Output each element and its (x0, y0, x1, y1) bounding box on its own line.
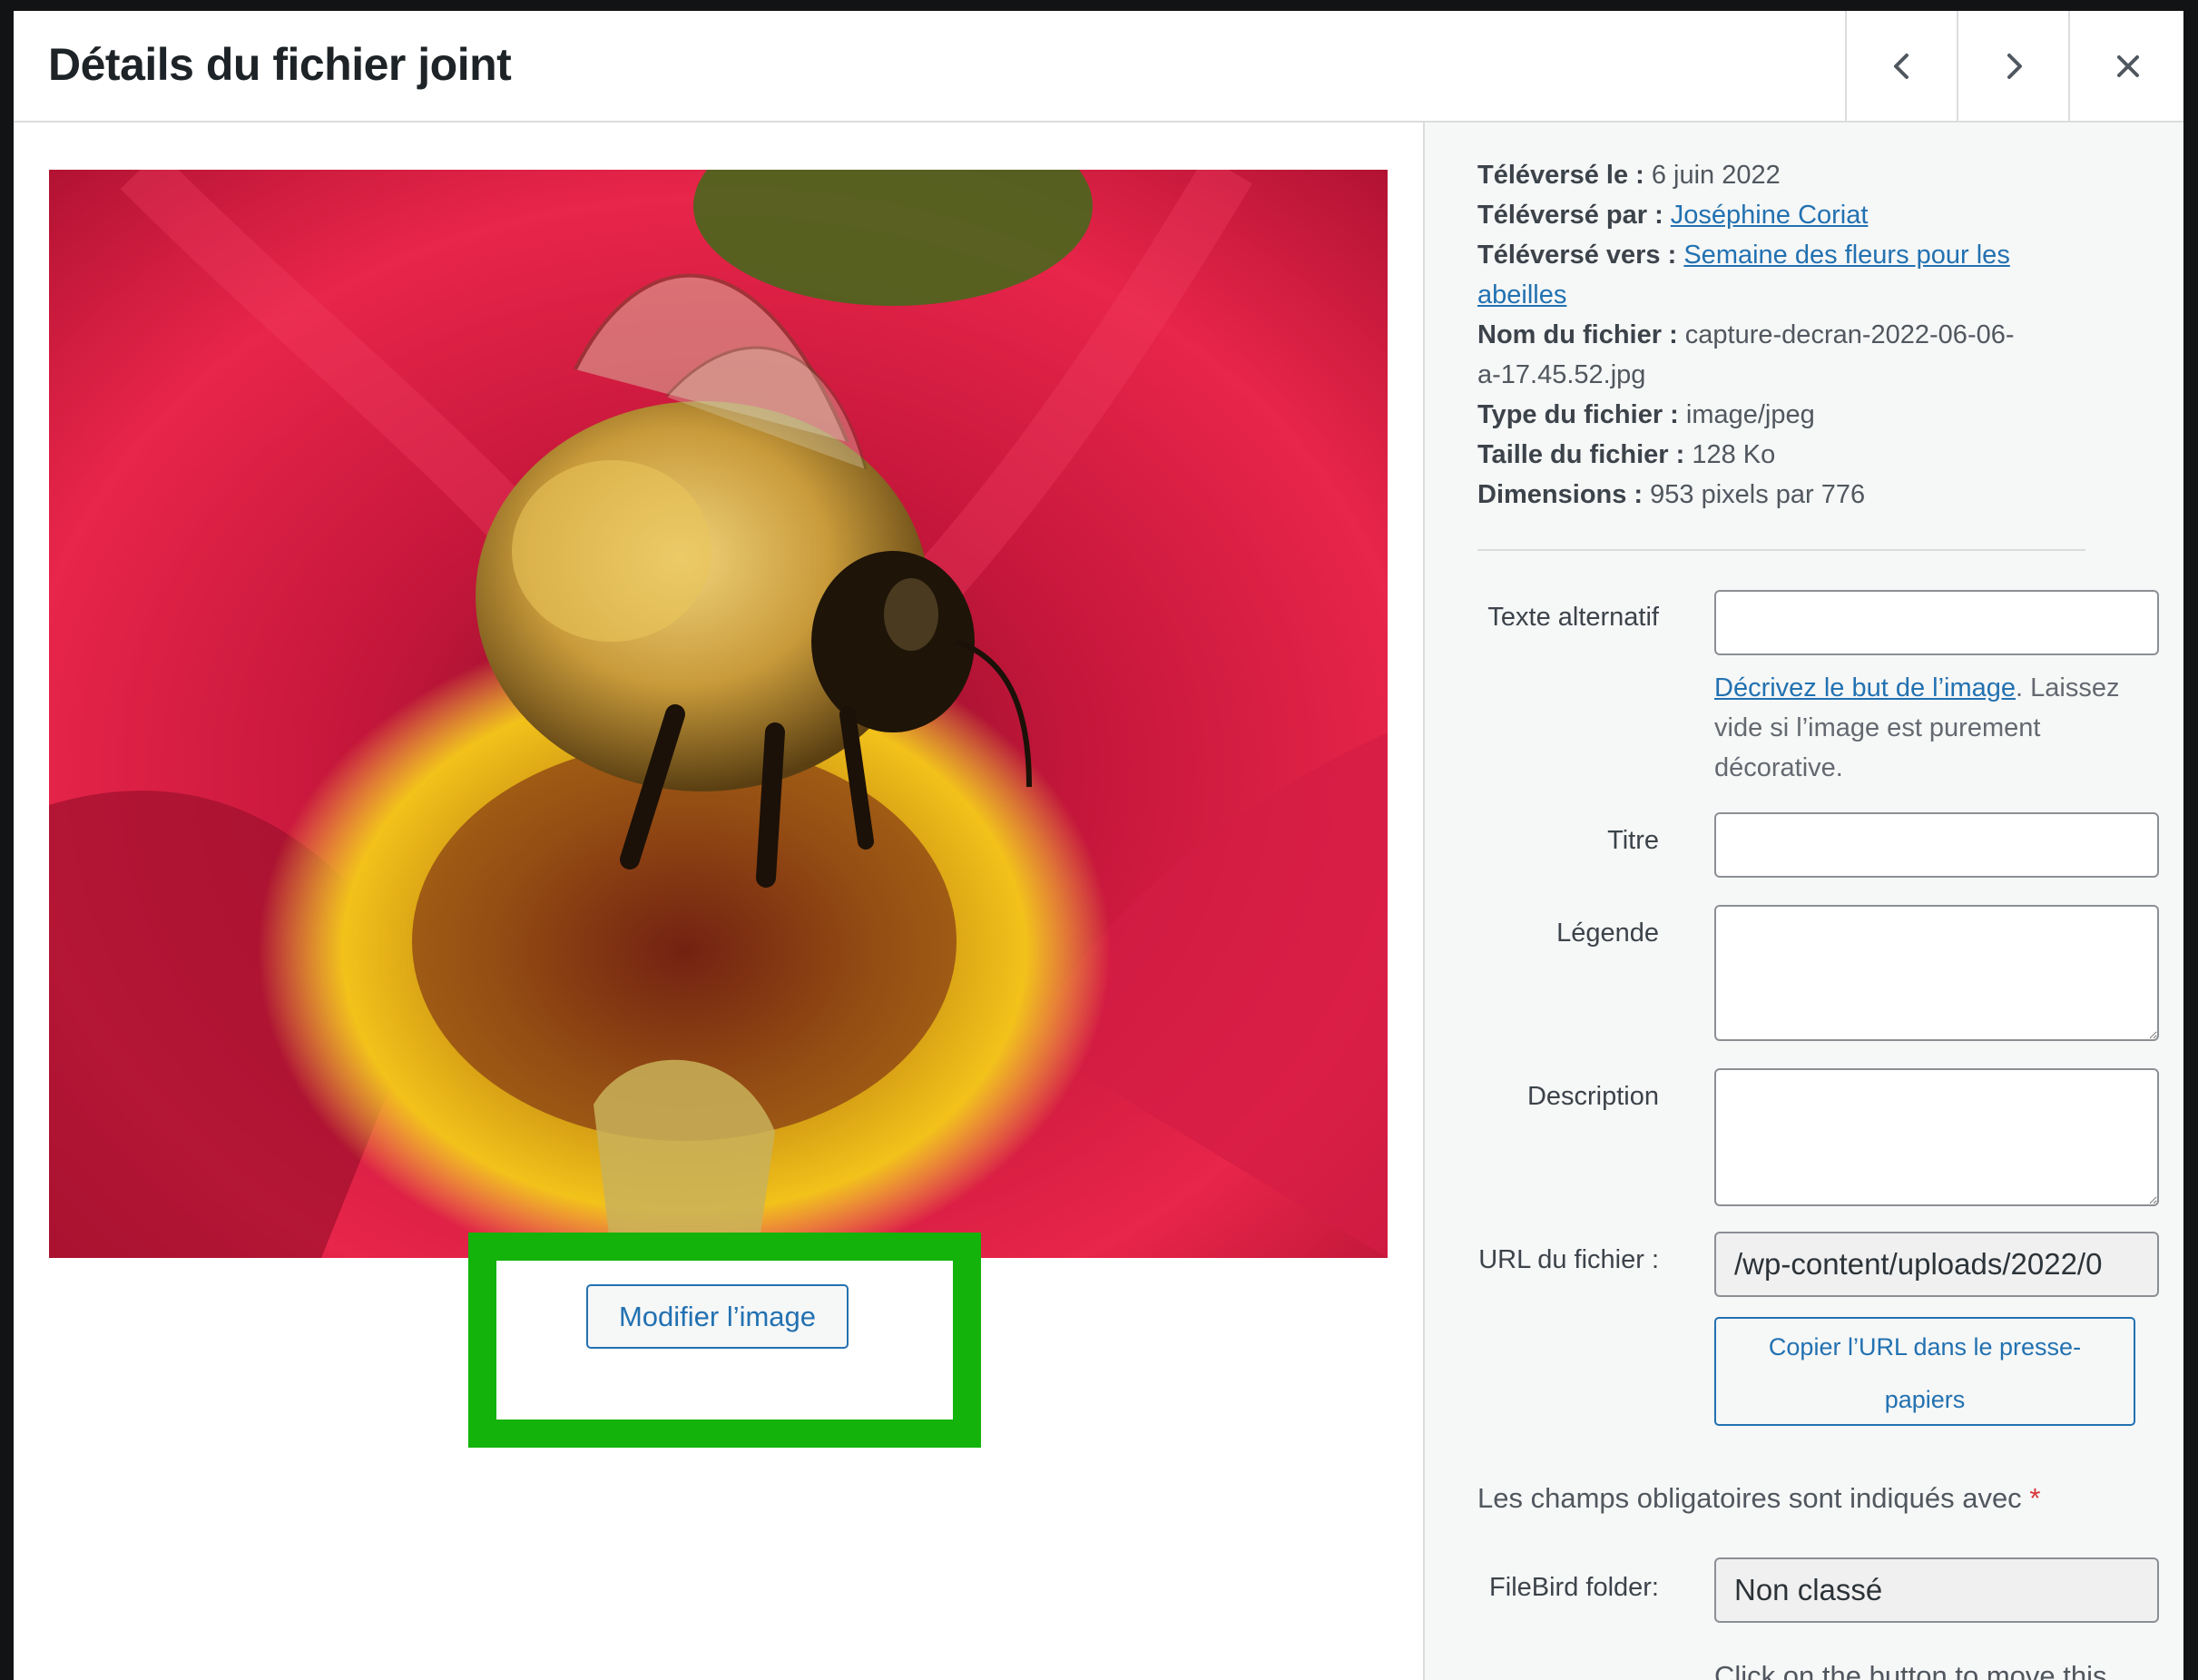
next-button[interactable] (1957, 11, 2068, 121)
alt-text-input[interactable] (1714, 590, 2159, 655)
filename-row: Nom du fichier : capture-decran-2022-06-… (1477, 315, 2131, 355)
dimensions-value: 953 pixels par 776 (1650, 480, 1866, 509)
caption-label: Légende (1556, 919, 1659, 948)
uploaded-on-row: Téléversé le : 6 juin 2022 (1477, 155, 2131, 195)
filename-value-cont: a-17.45.52.jpg (1477, 360, 1646, 389)
uploaded-to-row-cont: abeilles (1477, 275, 2131, 315)
filesize-value: 128 Ko (1692, 440, 1776, 469)
filename-row-cont: a-17.45.52.jpg (1477, 355, 2131, 395)
attachment-info-sidebar: Téléversé le : 6 juin 2022 Téléversé par… (1423, 123, 2183, 1680)
filetype-label: Type du fichier : (1477, 400, 1679, 429)
move-note: Click on the button to move this (1714, 1660, 2107, 1680)
filebird-folder-select[interactable]: Non classé (1714, 1557, 2159, 1623)
alt-text-help-link[interactable]: Décrivez le but de l’image (1714, 673, 2016, 702)
filebird-folder-value: Non classé (1734, 1573, 1883, 1606)
divider (1477, 549, 2085, 551)
required-fields-note: Les champs obligatoires sont indiqués av… (1477, 1482, 2040, 1515)
filetype-value: image/jpeg (1685, 400, 1815, 429)
uploaded-to-label: Téléversé vers : (1477, 241, 1677, 270)
uploaded-by-link[interactable]: Joséphine Coriat (1671, 201, 1869, 230)
modal-header: Détails du fichier joint (14, 11, 2183, 123)
alt-text-help: Décrivez le but de l’image. Laissez vide… (1714, 668, 2168, 788)
filesize-row: Taille du fichier : 128 Ko (1477, 435, 2131, 475)
screen-frame: Détails du fichier joint Modifier l’imag… (0, 0, 2198, 1680)
dimensions-row: Dimensions : 953 pixels par 776 (1477, 475, 2131, 515)
attachment-details-modal: Détails du fichier joint Modifier l’imag… (14, 11, 2183, 1680)
filesize-label: Taille du fichier : (1477, 440, 1685, 469)
caption-textarea[interactable] (1714, 905, 2159, 1041)
filebird-folder-label: FileBird folder: (1489, 1573, 1659, 1602)
edit-image-button[interactable]: Modifier l’image (586, 1284, 849, 1349)
uploaded-to-link-cont[interactable]: abeilles (1477, 280, 1566, 309)
chevron-right-icon (2007, 53, 2022, 79)
uploaded-on-value: 6 juin 2022 (1651, 161, 1781, 190)
uploaded-by-row: Téléversé par : Joséphine Coriat (1477, 195, 2131, 235)
close-icon (2116, 54, 2139, 77)
dimensions-label: Dimensions : (1477, 480, 1644, 509)
uploaded-on-label: Téléversé le : (1477, 161, 1644, 190)
media-preview-column: Modifier l’image (14, 123, 1423, 1680)
previous-button[interactable] (1845, 11, 1957, 121)
alt-text-label: Texte alternatif (1487, 603, 1659, 632)
description-label: Description (1526, 1082, 1659, 1111)
file-url-input[interactable] (1714, 1232, 2159, 1297)
filetype-row: Type du fichier : image/jpeg (1477, 395, 2131, 435)
description-textarea[interactable] (1714, 1068, 2159, 1206)
chevron-left-icon (1893, 53, 1909, 79)
required-star: * (2029, 1482, 2041, 1514)
uploaded-to-link[interactable]: Semaine des fleurs pour les (1683, 241, 2009, 270)
close-button[interactable] (2068, 11, 2183, 121)
title-label: Titre (1607, 826, 1659, 855)
attachment-image (49, 170, 1388, 1258)
bee-on-flower-image (49, 170, 1388, 1258)
copy-url-button[interactable]: Copier l’URL dans le presse-papiers (1714, 1317, 2135, 1426)
file-url-label: URL du fichier : (1478, 1245, 1659, 1274)
filename-value: capture-decran-2022-06-06- (1684, 320, 2015, 349)
page-title: Détails du fichier joint (48, 39, 512, 90)
title-input[interactable] (1714, 812, 2159, 878)
uploaded-to-row: Téléversé vers : Semaine des fleurs pour… (1477, 235, 2131, 275)
required-note-text: Les champs obligatoires sont indiqués av… (1477, 1482, 2022, 1514)
uploaded-by-label: Téléversé par : (1477, 201, 1663, 230)
filename-label: Nom du fichier : (1477, 320, 1678, 349)
